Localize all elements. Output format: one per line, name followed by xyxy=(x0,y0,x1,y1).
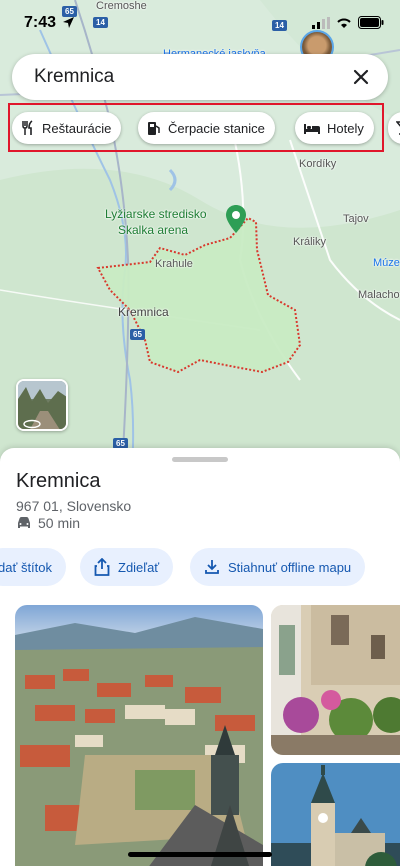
town-aerial-photo xyxy=(15,605,263,866)
map-label-skalka-line2: Skalka arena xyxy=(118,223,189,237)
fork-knife-icon xyxy=(22,120,33,135)
signal-icon xyxy=(312,16,330,29)
wifi-icon xyxy=(337,18,351,28)
chip-label: Hotely xyxy=(327,120,364,136)
home-indicator xyxy=(128,852,272,857)
place-pin-icon[interactable] xyxy=(226,205,246,233)
map-label-krahule: Krahule xyxy=(155,258,193,270)
map-label-skalka-line1: Lyžiarske stredisko xyxy=(105,207,207,221)
close-icon[interactable] xyxy=(346,62,376,92)
place-address: 967 01, Slovensko xyxy=(16,498,132,514)
chip-hotels[interactable]: Hotely xyxy=(295,112,374,144)
route-shield: 65 xyxy=(130,329,145,340)
download-icon xyxy=(205,560,219,574)
chip-restaurants[interactable]: Reštaurácie xyxy=(12,112,122,144)
place-sheet[interactable]: Kremnica 967 01, Slovensko 50 min dať št… xyxy=(0,448,400,866)
label-button[interactable]: dať štítok xyxy=(0,548,67,586)
church-tower-photo xyxy=(271,763,400,866)
search-input[interactable]: Kremnica xyxy=(34,66,114,88)
chip-label: Reštaurácie xyxy=(42,120,112,136)
status-bar: 7:43 xyxy=(0,0,400,44)
courtyard-photo xyxy=(271,605,400,755)
share-button-text: Zdieľať xyxy=(118,559,160,575)
chip-label: Čerpacie stanice xyxy=(168,120,265,136)
street-view-thumbnail[interactable] xyxy=(16,379,68,431)
car-icon xyxy=(18,517,30,528)
map-label-kremnica: Kremnica xyxy=(118,305,169,319)
place-photo-2[interactable] xyxy=(271,605,400,755)
download-button-text: Stiahnuť offline mapu xyxy=(228,559,352,575)
map-label-tajov: Tajov xyxy=(343,213,369,225)
map-label-kordiky: Kordíky xyxy=(299,158,337,170)
share-button[interactable]: Zdieľať xyxy=(80,548,174,586)
search-bar[interactable]: Kremnica xyxy=(12,54,388,100)
gas-station-icon xyxy=(148,122,160,135)
travel-time[interactable]: 50 min xyxy=(16,515,80,531)
map-label-malachov: Malachov xyxy=(358,289,400,301)
cocktail-icon xyxy=(396,121,400,135)
download-offline-map-button[interactable]: Stiahnuť offline mapu xyxy=(190,548,366,586)
label-button-text: dať štítok xyxy=(0,559,53,575)
drag-handle[interactable] xyxy=(172,457,228,462)
battery-icon xyxy=(358,16,384,29)
status-time: 7:43 xyxy=(24,14,57,31)
bed-icon xyxy=(304,124,320,134)
travel-time-value: 50 min xyxy=(38,515,81,531)
map-label-kraliky: Králiky xyxy=(293,236,327,248)
place-title: Kremnica xyxy=(16,470,101,492)
share-icon xyxy=(94,558,110,576)
location-arrow-icon xyxy=(63,17,74,28)
street-view-image xyxy=(18,381,66,429)
map-label-muzeum: Múze xyxy=(373,257,400,269)
place-photo-3[interactable] xyxy=(271,763,400,866)
place-photo-main[interactable] xyxy=(15,605,263,866)
chip-gas-stations[interactable]: Čerpacie stanice xyxy=(138,112,275,144)
